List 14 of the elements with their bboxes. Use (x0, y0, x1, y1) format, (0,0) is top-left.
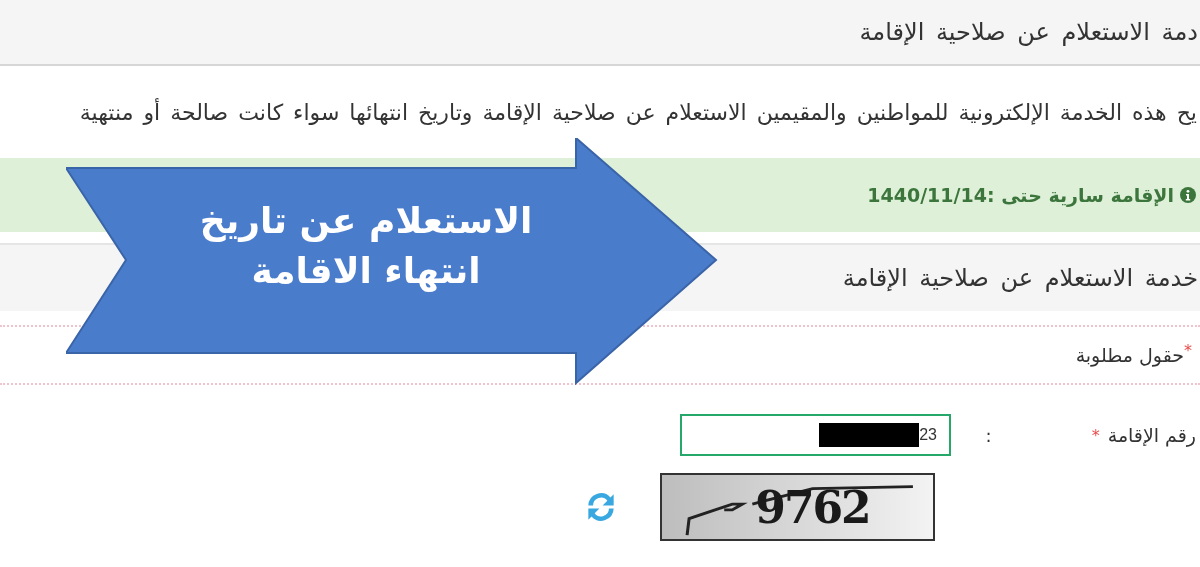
field-label: رقم الإقامة (1107, 424, 1196, 446)
panel-title: خدمة الاستعلام عن صلاحية الإقامة (842, 264, 1199, 292)
iqama-number-field[interactable]: 23 (680, 414, 951, 456)
required-note: حقول مطلوبة (1075, 344, 1184, 366)
page-title: دمة الاستعلام عن صلاحية الإقامة (859, 18, 1199, 46)
captcha-image: 9762 (660, 473, 935, 541)
required-asterisk: * (1091, 425, 1100, 445)
callout-text: الاستعلام عن تاريخ (199, 199, 533, 244)
service-description: يح هذه الخدمة الإلكترونية للمواطنين والمقيمين الاستعلام عن صلاحية الإقامة وتاريخ انتهائها سواء كانت صالحة أو منتهية (79, 99, 1198, 125)
info-icon (1180, 187, 1196, 203)
label-colon: : (984, 424, 993, 446)
alert-text: الإقامة سارية حتى :1440/11/14 (867, 184, 1174, 206)
callout-text: انتهاء الاقامة (251, 249, 481, 294)
required-asterisk: * (1184, 341, 1192, 360)
